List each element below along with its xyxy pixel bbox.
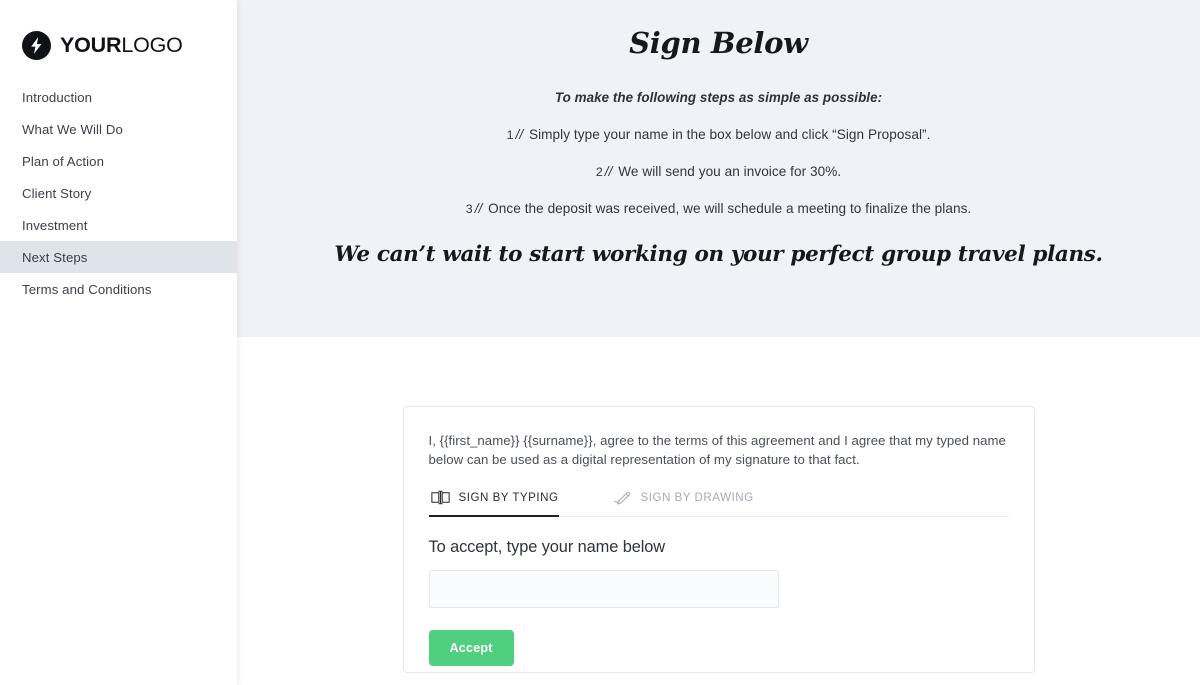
input-label: To accept, type your name below — [428, 538, 666, 557]
sign-card: I, {{first_name}} {{surname}}, agree to … — [402, 406, 1035, 673]
step-number: 3 — [465, 202, 473, 216]
step-number: 1 — [506, 128, 514, 142]
sidebar: YOURLOGO Introduction What We Will Do Pl… — [0, 0, 237, 685]
sidebar-item-label: Next Steps — [22, 249, 88, 265]
tab-label: SIGN BY DRAWING — [640, 491, 754, 505]
logo-text: YOURLOGO — [60, 33, 183, 58]
proposal-page: YOURLOGO Introduction What We Will Do Pl… — [0, 0, 1200, 685]
page-title: Sign Below — [629, 26, 808, 60]
tab-sign-by-drawing[interactable]: SIGN BY DRAWING — [611, 490, 772, 516]
step-separator: // — [474, 201, 483, 216]
sidebar-item-terms-and-conditions[interactable]: Terms and Conditions — [0, 273, 237, 305]
sidebar-item-label: Client Story — [22, 185, 92, 201]
sidebar-item-label: Introduction — [22, 89, 93, 105]
step-text: Once the deposit was received, we will s… — [488, 201, 972, 216]
step-separator: // — [604, 164, 613, 179]
logo[interactable]: YOURLOGO — [0, 0, 237, 62]
sidebar-item-label: What We Will Do — [22, 121, 123, 137]
tab-label: SIGN BY TYPING — [458, 491, 559, 505]
sidebar-item-plan-of-action[interactable]: Plan of Action — [0, 145, 237, 177]
step-item: 1// Simply type your name in the box bel… — [237, 127, 1200, 142]
hero-section: Sign Below To make the following steps a… — [237, 0, 1200, 337]
sidebar-item-what-we-will-do[interactable]: What We Will Do — [0, 113, 237, 145]
pen-drawing-icon — [613, 490, 632, 505]
sign-card-wrapper: I, {{first_name}} {{surname}}, agree to … — [237, 337, 1200, 673]
sidebar-item-investment[interactable]: Investment — [0, 209, 237, 241]
accept-button[interactable]: Accept — [428, 630, 514, 667]
hero-subtitle: To make the following steps as simple as… — [554, 90, 883, 105]
step-separator: // — [515, 127, 524, 142]
signature-name-input[interactable] — [428, 570, 779, 609]
sidebar-item-client-story[interactable]: Client Story — [0, 177, 237, 209]
lightning-bolt-icon — [22, 30, 51, 60]
main-content: Sign Below To make the following steps a… — [237, 0, 1200, 685]
tab-sign-by-typing[interactable]: SIGN BY TYPING — [428, 490, 577, 518]
step-text: Simply type your name in the box below a… — [529, 127, 931, 142]
sidebar-item-label: Plan of Action — [22, 153, 105, 169]
step-number: 2 — [595, 165, 603, 179]
step-item: 2// We will send you an invoice for 30%. — [237, 164, 1200, 179]
logo-text-light: LOGO — [121, 32, 183, 57]
step-item: 3// Once the deposit was received, we wi… — [237, 201, 1200, 216]
sidebar-nav: Introduction What We Will Do Plan of Act… — [0, 81, 237, 305]
hero-tagline: We can’t wait to start working on your p… — [334, 242, 1103, 267]
agreement-text: I, {{first_name}} {{surname}}, agree to … — [428, 433, 1006, 468]
logo-text-bold: YOUR — [60, 32, 122, 57]
sidebar-item-label: Investment — [22, 217, 88, 233]
sidebar-item-introduction[interactable]: Introduction — [0, 81, 237, 113]
keyboard-typing-icon — [430, 490, 450, 505]
sidebar-item-next-steps[interactable]: Next Steps — [0, 241, 237, 273]
step-text: We will send you an invoice for 30%. — [618, 164, 842, 179]
signature-tabs: SIGN BY TYPING SIGN BY DRAWING — [428, 490, 1009, 518]
steps-list: 1// Simply type your name in the box bel… — [237, 127, 1200, 216]
sidebar-item-label: Terms and Conditions — [22, 281, 152, 297]
